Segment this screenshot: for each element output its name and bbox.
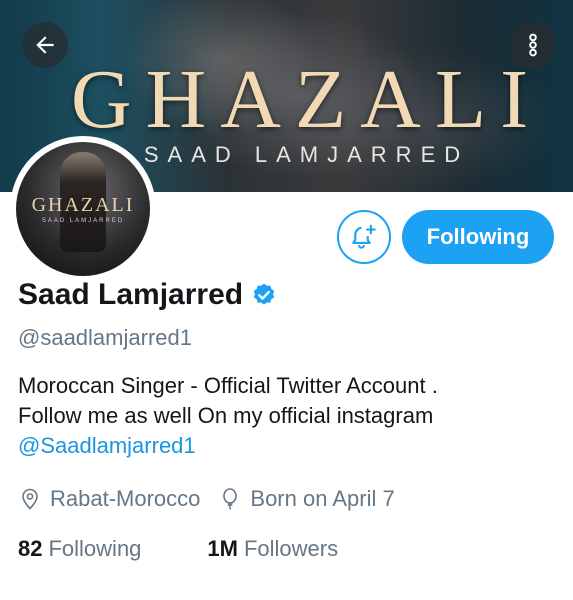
bio-line: Follow me as well On my official instagr… [18,403,434,428]
profile-stats: 82 Following 1M Followers [18,536,338,562]
avatar-title: GHAZALI [31,194,135,216]
following-label: Following [48,536,142,561]
location-item: Rabat-Morocco [18,486,200,512]
display-name: Saad Lamjarred [18,278,244,311]
location-text: Rabat-Morocco [50,486,201,511]
birthday-text: Born on April 7 [250,486,395,511]
followers-count: 1M [207,536,238,561]
followers-stat[interactable]: 1M Followers [207,536,338,562]
more-vertical-icon [529,33,537,57]
avatar-image: GHAZALI SAAD LAMJARRED [16,142,150,276]
profile-handle: @saadlamjarred1 [18,325,192,350]
more-options-button[interactable] [510,22,556,68]
bio-instagram-link[interactable]: @Saadlamjarred1 [18,431,558,461]
bio-line: Moroccan Singer - Official Twitter Accou… [18,373,438,398]
banner-title: GHAZALI [70,53,543,146]
name-row: Saad Lamjarred [18,278,277,312]
balloon-icon [223,488,238,510]
arrow-left-icon [36,36,54,54]
avatar-subtitle: SAAD LAMJARRED [41,218,125,224]
following-button[interactable]: Following [402,210,554,264]
profile-meta: Rabat-Morocco Born on April 7 [18,486,395,512]
following-stat[interactable]: 82 Following [18,536,141,562]
notifications-button[interactable] [337,210,391,264]
birthday-item: Born on April 7 [218,486,395,512]
bell-plus-icon [352,224,376,249]
following-count: 82 [18,536,43,561]
profile-bio: Moroccan Singer - Official Twitter Accou… [18,371,558,461]
location-pin-icon [22,488,38,510]
followers-label: Followers [243,536,339,561]
back-button[interactable] [22,22,68,68]
avatar[interactable]: GHAZALI SAAD LAMJARRED [10,136,156,282]
verified-badge-icon [253,283,275,305]
